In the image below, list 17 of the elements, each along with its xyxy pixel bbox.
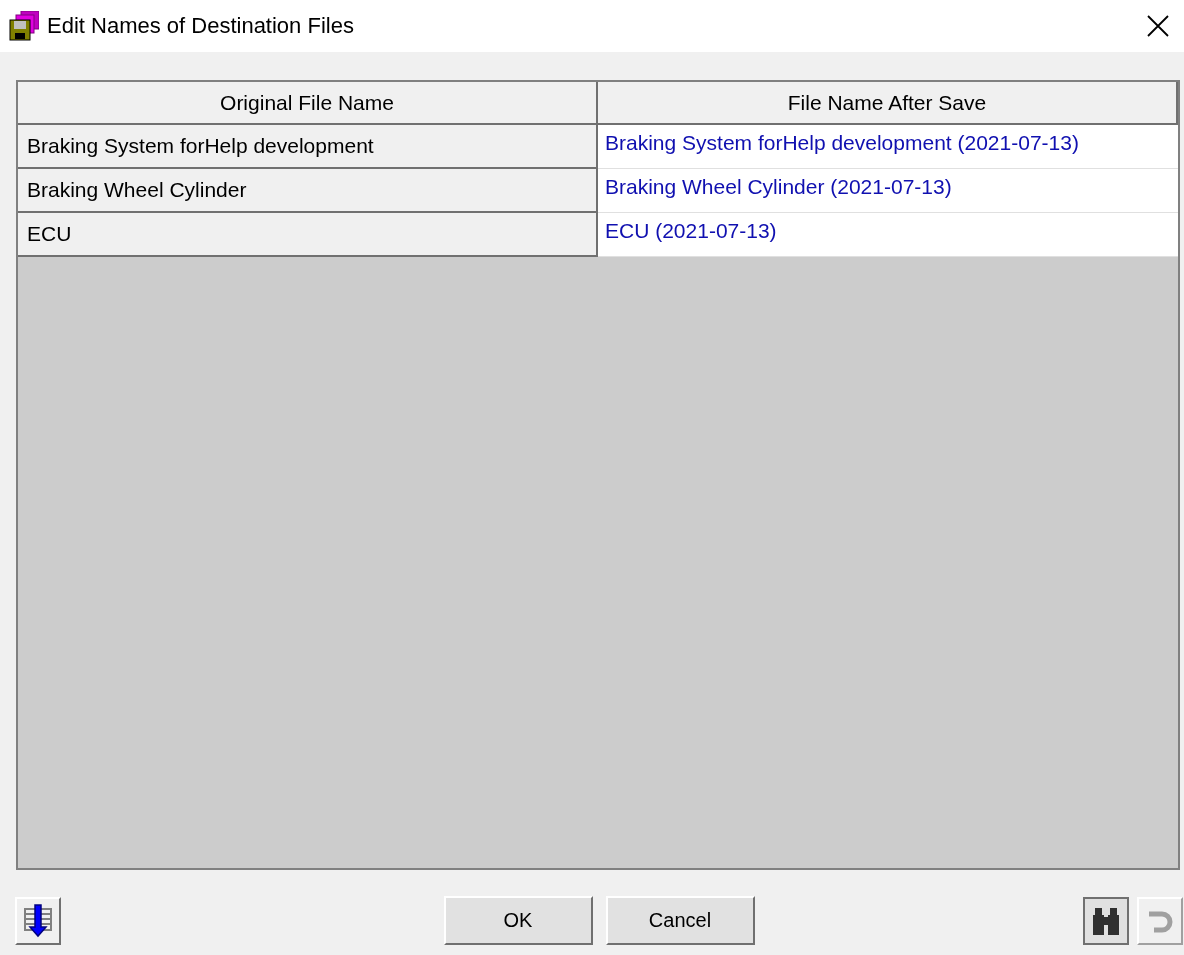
table-cell: ECU — [18, 213, 598, 257]
table-cell: Braking System forHelp development — [18, 125, 598, 169]
editable-cell[interactable]: Braking Wheel Cylinder (2021-07-13) — [598, 169, 1178, 213]
close-icon — [1147, 15, 1169, 37]
editable-cell[interactable]: ECU (2021-07-13) — [598, 213, 1178, 257]
window-title: Edit Names of Destination Files — [47, 13, 355, 39]
binoculars-icon — [1091, 905, 1121, 936]
floppy-disk-icon — [8, 11, 39, 41]
table-cell: Braking Wheel Cylinder — [18, 169, 598, 213]
dialog-button[interactable]: OK — [443, 896, 593, 945]
move-down-button[interactable] — [15, 896, 61, 945]
dialog-button[interactable]: Cancel — [605, 896, 755, 945]
editable-cell[interactable]: Braking System forHelp development (2021-07-13) — [598, 125, 1178, 169]
list-arrow-down-icon — [23, 903, 53, 938]
column-header[interactable]: Original File Name — [18, 82, 598, 125]
find-button[interactable] — [1083, 896, 1129, 945]
column-header[interactable]: File Name After Save — [598, 82, 1178, 125]
